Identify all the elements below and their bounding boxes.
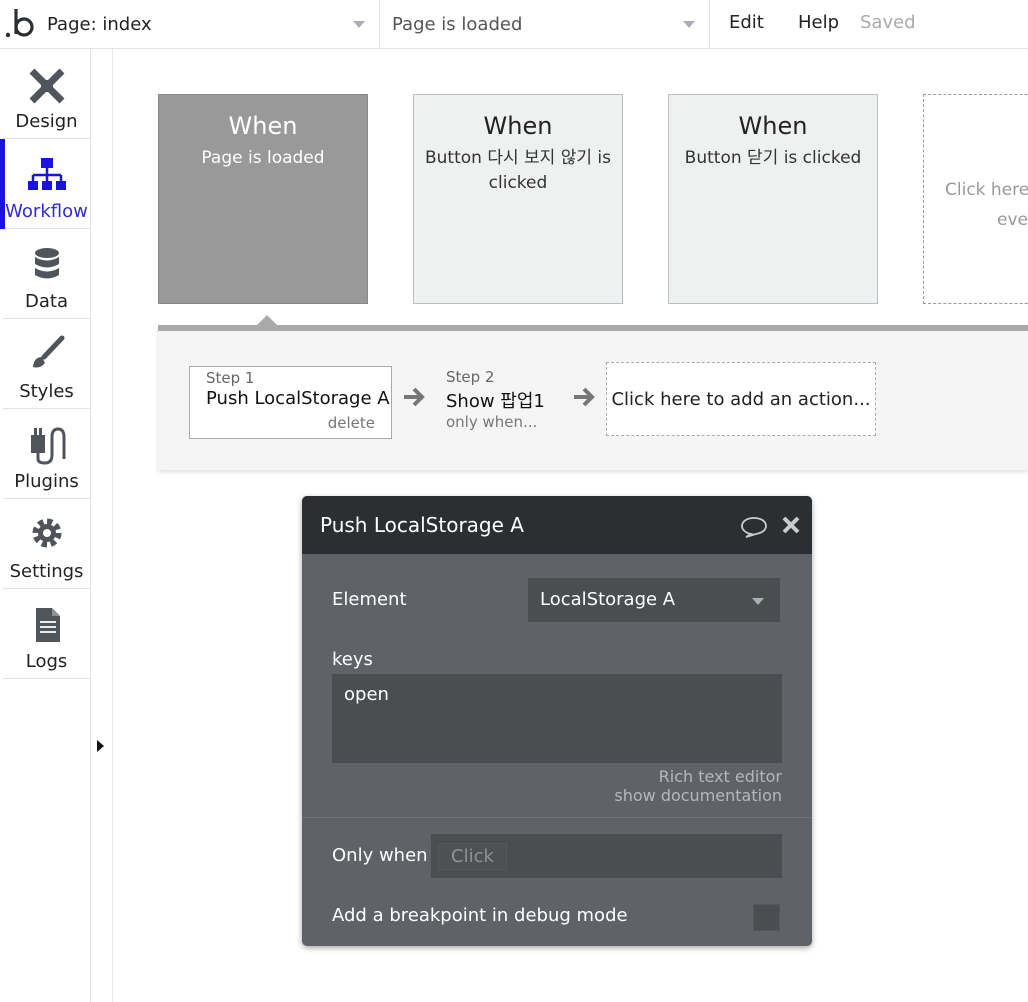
page-selector[interactable]: Page: index <box>38 0 380 48</box>
brush-icon <box>33 335 65 368</box>
chevron-down-icon <box>353 21 365 28</box>
help-menu[interactable]: Help <box>798 12 839 33</box>
step-name: Push LocalStorage A <box>206 388 390 409</box>
element-dropdown[interactable]: LocalStorage A <box>528 578 780 622</box>
action-editor-panel: Push LocalStorage A Element LocalStorage… <box>302 496 812 946</box>
database-icon <box>35 248 59 279</box>
add-event-line2: eve <box>997 210 1028 230</box>
add-event-label: Click here eve <box>924 175 1028 235</box>
step-number: Step 1 <box>206 369 255 387</box>
add-event-line1: Click here <box>945 180 1028 200</box>
event-card-dont-show-clicked[interactable]: When Button 다시 보지 않기 is clicked <box>413 94 623 304</box>
event-card-page-loaded[interactable]: When Page is loaded <box>158 94 368 304</box>
step-number: Step 2 <box>446 368 495 386</box>
panel-divider <box>302 817 812 818</box>
sidebar: Design Workflow Data Styles Plugins Sett… <box>0 49 91 1002</box>
add-action-button[interactable]: Click here to add an action... <box>606 362 876 436</box>
event-description: Button 다시 보지 않기 is clicked <box>425 148 611 193</box>
delete-step-link[interactable]: delete <box>328 414 375 432</box>
step-name: Show 팝업1 <box>446 391 545 412</box>
sidebar-item-workflow[interactable]: Workflow <box>0 139 90 229</box>
panel-header: Push LocalStorage A <box>302 496 812 554</box>
event-card-close-clicked[interactable]: When Button 닫기 is clicked <box>668 94 878 304</box>
event-description: Button 닫기 is clicked <box>684 148 862 168</box>
design-icon <box>29 68 65 104</box>
page-selector-label: Page: index <box>47 13 152 35</box>
sidebar-item-label: Data <box>25 291 68 312</box>
only-when-input[interactable]: Click <box>431 834 782 878</box>
top-bar: Page: index Page is loaded Edit Help Sav… <box>0 0 1028 49</box>
sidebar-item-data[interactable]: Data <box>3 229 90 319</box>
only-when-placeholder[interactable]: Click <box>438 843 507 870</box>
comment-icon[interactable] <box>740 516 768 538</box>
event-description: Page is loaded <box>201 148 325 168</box>
plugin-icon <box>31 427 66 465</box>
close-icon[interactable] <box>781 515 801 535</box>
save-status: Saved <box>860 12 916 33</box>
workflow-icon <box>28 158 66 190</box>
keys-input[interactable]: open <box>332 674 782 763</box>
document-icon <box>36 608 60 642</box>
show-documentation-link[interactable]: show documentation <box>614 786 782 805</box>
sidebar-item-label: Styles <box>19 381 74 402</box>
sidebar-item-label: Design <box>15 111 78 132</box>
sidebar-item-label: Plugins <box>14 471 79 492</box>
event-when-label: When <box>738 112 808 140</box>
element-dropdown-value: LocalStorage A <box>540 589 676 610</box>
panel-title: Push LocalStorage A <box>320 513 524 537</box>
element-label: Element <box>332 589 407 610</box>
canvas-divider <box>112 49 113 1002</box>
step-2-card[interactable]: Step 2 Show 팝업1 only when... <box>446 368 545 431</box>
sidebar-item-logs[interactable]: Logs <box>3 589 90 679</box>
arrow-right-icon <box>574 387 595 407</box>
keys-label: keys <box>332 649 373 670</box>
edit-menu[interactable]: Edit <box>729 12 764 33</box>
chevron-down-icon <box>752 598 764 605</box>
chevron-down-icon <box>683 21 695 28</box>
sidebar-item-design[interactable]: Design <box>3 49 90 139</box>
sidebar-item-label: Settings <box>9 561 84 582</box>
sidebar-item-settings[interactable]: Settings <box>3 499 90 589</box>
gear-icon <box>32 518 62 548</box>
step-1-card[interactable]: Step 1 Push LocalStorage A delete <box>189 366 392 439</box>
sidebar-item-plugins[interactable]: Plugins <box>3 409 90 499</box>
arrow-right-icon <box>404 387 425 407</box>
breakpoint-label: Add a breakpoint in debug mode <box>332 905 628 926</box>
event-selector[interactable]: Page is loaded <box>380 0 710 48</box>
sidebar-item-styles[interactable]: Styles <box>3 319 90 409</box>
event-selector-label: Page is loaded <box>392 13 523 35</box>
event-when-label: When <box>228 112 298 140</box>
add-event-card[interactable]: Click here eve <box>923 94 1028 304</box>
sidebar-item-label: Logs <box>25 651 68 672</box>
rich-text-editor-link[interactable]: Rich text editor <box>659 767 782 786</box>
only-when-label: Only when <box>332 845 428 866</box>
breakpoint-checkbox[interactable] <box>753 904 780 931</box>
bubble-logo-icon[interactable] <box>4 6 38 40</box>
step-condition: only when... <box>446 413 538 431</box>
sidebar-item-label: Workflow <box>5 201 88 222</box>
expand-sidebar-icon[interactable] <box>97 740 104 752</box>
event-when-label: When <box>483 112 553 140</box>
